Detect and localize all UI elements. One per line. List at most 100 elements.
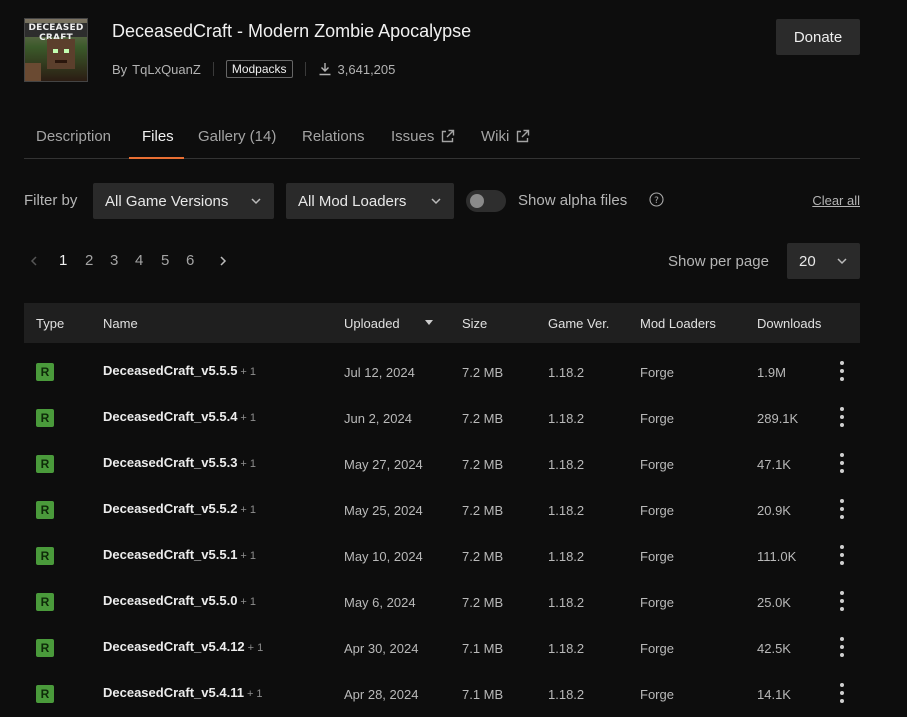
meta-divider: [212, 62, 214, 76]
tab-label: Files: [142, 128, 174, 145]
additional-files-count: + 1: [240, 458, 257, 470]
category-tag[interactable]: Modpacks: [225, 60, 293, 78]
page-4[interactable]: 4: [135, 252, 143, 269]
download-count-cell: 1.9M: [757, 365, 786, 380]
file-name: DeceasedCraft_v5.5.4: [103, 409, 238, 424]
page-1[interactable]: 1: [59, 252, 67, 269]
file-name-cell[interactable]: DeceasedCraft_v5.4.12 + 1: [103, 639, 263, 654]
zombie-face: [47, 39, 75, 69]
col-size[interactable]: Size: [462, 316, 487, 331]
release-type-badge: R: [36, 547, 54, 565]
tab-description[interactable]: Description: [36, 128, 111, 145]
table-row[interactable]: R DeceasedCraft_v5.4.12 + 1 Apr 30, 2024 7.1…: [24, 625, 860, 671]
col-uploaded[interactable]: Uploaded: [344, 316, 400, 331]
table-row[interactable]: R DeceasedCraft_v5.5.2 + 1 May 25, 2024 7.2 …: [24, 487, 860, 533]
tab-gallery[interactable]: Gallery (14): [198, 128, 276, 145]
page-6[interactable]: 6: [186, 252, 194, 269]
download-count-cell: 25.0K: [757, 595, 791, 610]
uploaded-date: May 27, 2024: [344, 457, 423, 472]
tab-files[interactable]: Files: [142, 128, 174, 145]
file-size: 7.2 MB: [462, 595, 504, 610]
table-row[interactable]: R DeceasedCraft_v5.5.1 + 1 May 10, 2024 7.2 …: [24, 533, 860, 579]
file-name: DeceasedCraft_v5.5.1: [103, 547, 238, 562]
release-type-badge: R: [36, 409, 54, 427]
file-name-cell[interactable]: DeceasedCraft_v5.5.4 + 1: [103, 409, 256, 424]
game-version: 1.18.2: [548, 687, 585, 702]
tab-wiki[interactable]: Wiki: [481, 128, 530, 145]
additional-files-count: + 1: [247, 642, 264, 654]
zombie-eye: [53, 49, 58, 53]
pagination: 1 2 3 4 5 6 Show per page 20: [24, 243, 860, 279]
game-version-select[interactable]: All Game Versions: [93, 183, 274, 219]
uploaded-date: May 10, 2024: [344, 549, 423, 564]
file-name-cell[interactable]: DeceasedCraft_v5.4.11 + 1: [103, 685, 263, 700]
donate-button[interactable]: Donate: [776, 19, 860, 55]
col-name[interactable]: Name: [103, 316, 138, 331]
more-options-icon[interactable]: [840, 361, 844, 381]
table-row[interactable]: R DeceasedCraft_v5.5.5 + 1 Jul 12, 2024 7.2 …: [24, 349, 860, 395]
page-2[interactable]: 2: [85, 252, 93, 269]
file-size: 7.2 MB: [462, 457, 504, 472]
chevron-down-icon: [431, 198, 441, 205]
more-options-icon[interactable]: [840, 591, 844, 611]
release-type-badge: R: [36, 363, 54, 381]
mod-loader-select[interactable]: All Mod Loaders: [286, 183, 454, 219]
chevron-left-icon[interactable]: [28, 255, 40, 267]
file-name-cell[interactable]: DeceasedCraft_v5.5.5 + 1: [103, 363, 256, 378]
file-size: 7.2 MB: [462, 411, 504, 426]
table-row[interactable]: R DeceasedCraft_v5.4.11 + 1 Apr 28, 2024 7.1…: [24, 671, 860, 717]
game-version: 1.18.2: [548, 411, 585, 426]
clear-all-link[interactable]: Clear all: [812, 193, 860, 208]
page-3[interactable]: 3: [110, 252, 118, 269]
uploaded-date: Apr 28, 2024: [344, 687, 419, 702]
more-options-icon[interactable]: [840, 637, 844, 657]
file-name: DeceasedCraft_v5.5.3: [103, 455, 238, 470]
mod-loader: Forge: [640, 687, 674, 702]
toggle-knob: [470, 194, 484, 208]
tab-issues[interactable]: Issues: [391, 128, 455, 145]
more-options-icon[interactable]: [840, 453, 844, 473]
uploaded-date: May 6, 2024: [344, 595, 416, 610]
tab-label: Issues: [391, 128, 435, 145]
file-size: 7.1 MB: [462, 641, 504, 656]
help-icon[interactable]: ?: [649, 192, 664, 207]
page-5[interactable]: 5: [161, 252, 169, 269]
more-options-icon[interactable]: [840, 683, 844, 703]
author-link[interactable]: TqLxQuanZ: [132, 62, 201, 77]
release-type-badge: R: [36, 455, 54, 473]
alpha-files-toggle[interactable]: [466, 190, 506, 212]
more-options-icon[interactable]: [840, 499, 844, 519]
file-name-cell[interactable]: DeceasedCraft_v5.5.3 + 1: [103, 455, 256, 470]
additional-files-count: + 1: [240, 504, 257, 516]
chevron-right-icon[interactable]: [217, 255, 229, 267]
file-name-cell[interactable]: DeceasedCraft_v5.5.1 + 1: [103, 547, 256, 562]
more-options-icon[interactable]: [840, 545, 844, 565]
download-count-cell: 111.0K: [757, 549, 797, 564]
mod-loader: Forge: [640, 503, 674, 518]
game-version-value: All Game Versions: [105, 192, 229, 210]
file-name-cell[interactable]: DeceasedCraft_v5.5.0 + 1: [103, 593, 256, 608]
uploaded-date: Jun 2, 2024: [344, 411, 412, 426]
more-options-icon[interactable]: [840, 407, 844, 427]
file-name: DeceasedCraft_v5.5.2: [103, 501, 238, 516]
tab-relations[interactable]: Relations: [302, 128, 365, 145]
file-size: 7.2 MB: [462, 365, 504, 380]
game-version: 1.18.2: [548, 595, 585, 610]
table-row[interactable]: R DeceasedCraft_v5.5.0 + 1 May 6, 2024 7.2 M…: [24, 579, 860, 625]
game-version: 1.18.2: [548, 457, 585, 472]
project-header: DECEASED CRAFT DeceasedCraft - Modern Zo…: [24, 18, 860, 84]
file-name-cell[interactable]: DeceasedCraft_v5.5.2 + 1: [103, 501, 256, 516]
release-type-badge: R: [36, 639, 54, 657]
per-page-select[interactable]: 20: [787, 243, 860, 279]
table-row[interactable]: R DeceasedCraft_v5.5.4 + 1 Jun 2, 2024 7.2 M…: [24, 395, 860, 441]
project-meta: By TqLxQuanZ Modpacks 3,641,205: [112, 59, 395, 79]
col-downloads[interactable]: Downloads: [757, 316, 821, 331]
project-logo[interactable]: DECEASED CRAFT: [24, 18, 88, 82]
file-name: DeceasedCraft_v5.5.0: [103, 593, 238, 608]
mod-loader: Forge: [640, 457, 674, 472]
table-row[interactable]: R DeceasedCraft_v5.5.3 + 1 May 27, 2024 7.2 …: [24, 441, 860, 487]
col-type: Type: [36, 316, 65, 331]
additional-files-count: + 1: [240, 596, 257, 608]
download-count-cell: 14.1K: [757, 687, 791, 702]
tab-label: Relations: [302, 128, 365, 145]
